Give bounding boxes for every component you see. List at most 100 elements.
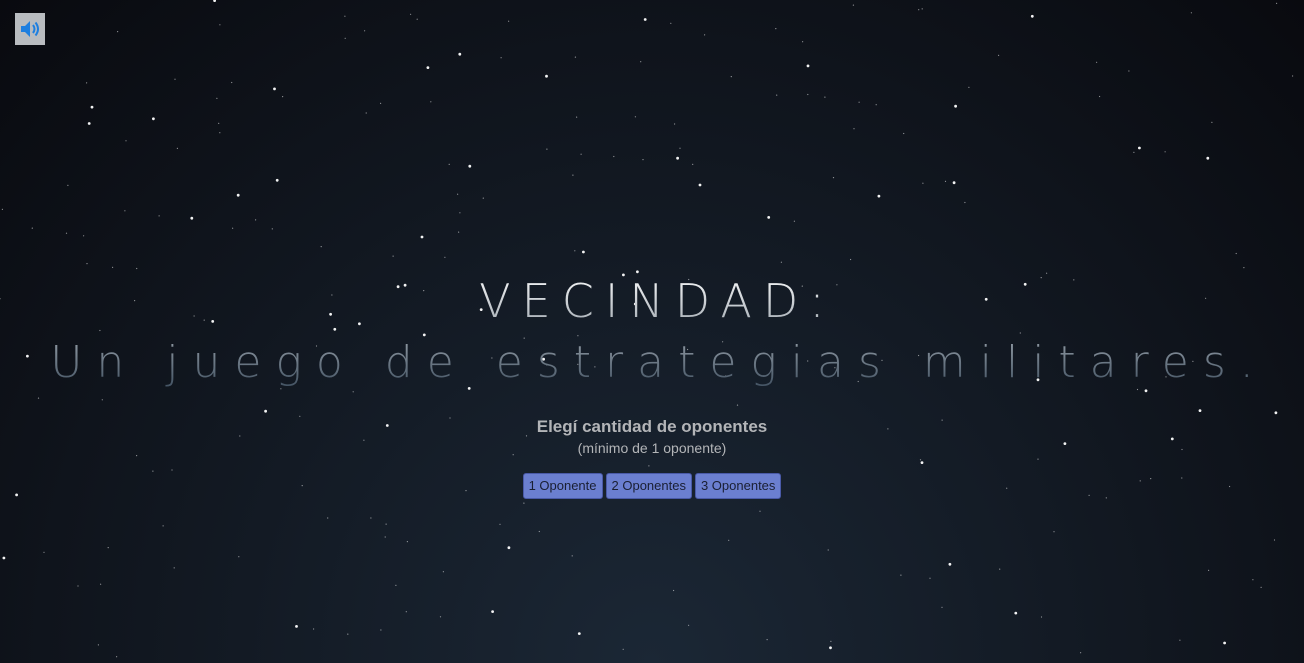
- star: [231, 81, 233, 84]
- star: [295, 625, 298, 628]
- star: [875, 104, 877, 106]
- star: [90, 105, 94, 109]
- star: [86, 82, 88, 84]
- star: [964, 201, 966, 204]
- star: [218, 122, 220, 124]
- star: [152, 470, 154, 472]
- star: [827, 549, 829, 551]
- star: [216, 97, 218, 99]
- star: [395, 584, 397, 587]
- star: [152, 117, 155, 121]
- star: [1206, 156, 1210, 160]
- star: [327, 517, 329, 519]
- star: [1223, 641, 1226, 645]
- star: [767, 216, 771, 219]
- star: [271, 228, 273, 230]
- star: [1276, 2, 1278, 4]
- star: [1030, 14, 1034, 18]
- star: [676, 156, 679, 160]
- star: [793, 220, 796, 222]
- star: [698, 183, 702, 187]
- title-line-2: Un juego de estrategias militares.: [50, 337, 1268, 388]
- star: [952, 181, 956, 185]
- star: [1211, 121, 1213, 123]
- speaker-icon: [21, 21, 39, 37]
- star: [670, 22, 672, 24]
- star: [67, 184, 69, 186]
- star: [430, 101, 432, 103]
- star: [829, 646, 832, 650]
- star: [162, 525, 164, 527]
- star: [459, 212, 461, 214]
- star: [117, 31, 119, 33]
- star: [176, 147, 178, 149]
- star: [458, 52, 462, 56]
- star: [1198, 409, 1202, 412]
- star: [523, 502, 525, 504]
- star: [1099, 95, 1101, 98]
- star: [572, 174, 574, 176]
- star: [1037, 458, 1039, 460]
- star: [903, 132, 905, 135]
- star: [571, 555, 573, 557]
- star: [580, 153, 582, 155]
- star: [929, 577, 931, 579]
- star: [347, 633, 349, 635]
- star: [282, 96, 284, 98]
- star: [500, 57, 502, 59]
- star: [370, 517, 372, 519]
- star: [1243, 267, 1245, 269]
- star: [688, 624, 690, 626]
- star: [264, 409, 267, 413]
- star: [344, 37, 346, 39]
- star: [171, 469, 173, 471]
- star: [806, 64, 810, 68]
- two-opponents-button[interactable]: 2 Oponentes: [605, 473, 692, 499]
- star: [918, 9, 920, 11]
- star: [173, 567, 175, 569]
- star: [107, 547, 109, 549]
- star: [174, 78, 176, 80]
- star: [125, 140, 127, 142]
- star: [1292, 75, 1294, 77]
- star: [968, 86, 970, 88]
- game-title: VECINDAD: Un juego de estrategias milita…: [0, 270, 1304, 394]
- star: [380, 102, 382, 104]
- star: [1080, 652, 1082, 654]
- star: [448, 163, 450, 165]
- star: [759, 510, 761, 512]
- star: [444, 256, 446, 258]
- star: [87, 122, 91, 125]
- star: [948, 562, 952, 566]
- opponent-options: 1 Oponente 2 Oponentes 3 Oponentes: [0, 473, 1304, 499]
- star: [900, 574, 902, 576]
- star: [238, 556, 240, 558]
- star: [507, 546, 511, 550]
- star: [458, 231, 460, 233]
- star: [780, 261, 783, 263]
- star: [439, 616, 442, 618]
- one-opponent-button[interactable]: 1 Oponente: [522, 473, 603, 499]
- star: [365, 112, 367, 114]
- star: [850, 258, 852, 261]
- star: [1138, 146, 1141, 150]
- star: [213, 0, 216, 2]
- star: [219, 24, 221, 26]
- star: [643, 18, 647, 21]
- star: [582, 250, 585, 254]
- star: [1190, 12, 1192, 14]
- star: [116, 656, 118, 658]
- star: [613, 155, 615, 158]
- star: [491, 610, 494, 613]
- star: [43, 551, 45, 553]
- star: [730, 76, 732, 78]
- star: [648, 465, 650, 467]
- star: [457, 193, 459, 195]
- star: [364, 30, 366, 32]
- star: [410, 13, 412, 15]
- sound-toggle-button[interactable]: [15, 13, 45, 45]
- three-opponents-button[interactable]: 3 Oponentes: [694, 473, 782, 499]
- star: [190, 216, 194, 220]
- prompt-heading: Elegí cantidad de oponentes: [536, 417, 768, 436]
- star: [1179, 639, 1181, 641]
